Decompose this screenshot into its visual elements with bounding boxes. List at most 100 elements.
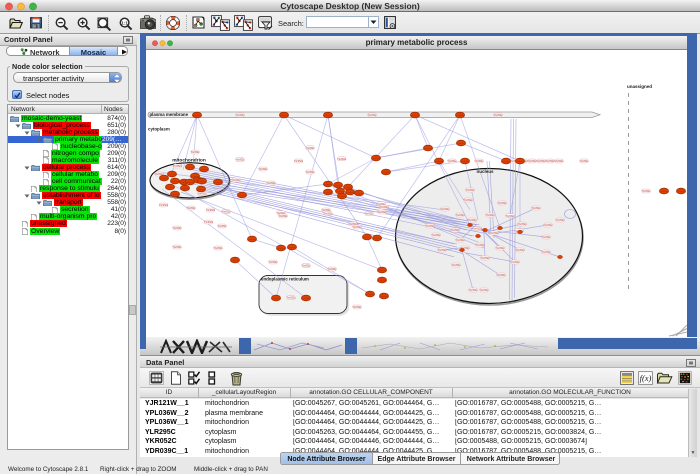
svg-text:cytoplasm: cytoplasm [148,127,170,132]
svg-text:YLR295: YLR295 [677,191,686,193]
svg-text:YLR295: YLR295 [193,115,202,117]
svg-text:YLR295: YLR295 [338,196,347,198]
svg-text:Ybr052c: Ybr052c [302,265,312,268]
svg-text:Ybr052c: Ybr052c [555,160,565,163]
svg-text:YLR295: YLR295 [277,248,286,250]
svg-text:Ybr052c: Ybr052c [294,160,304,163]
svg-text:YLR295: YLR295 [324,115,333,117]
svg-text:Ybr052c: Ybr052c [511,261,521,264]
svg-text:Ybr052c: Ybr052c [287,297,297,300]
svg-text:Ybr052c: Ybr052c [236,114,246,117]
svg-text:Ybr052c: Ybr052c [642,190,652,193]
svg-text:Ybr052c: Ybr052c [328,268,338,271]
svg-text:YLR295: YLR295 [186,167,195,169]
svg-text:YLR295: YLR295 [238,195,247,197]
svg-text:YLR295: YLR295 [168,174,177,176]
svg-text:Ybr052c: Ybr052c [269,261,279,264]
svg-text:Ybr052c: Ybr052c [464,199,474,202]
svg-text:YLR295: YLR295 [502,161,511,163]
svg-text:YLR295: YLR295 [324,184,333,186]
svg-text:YLR295: YLR295 [516,161,525,163]
svg-text:Ybr052c: Ybr052c [204,221,214,224]
svg-text:Ybr052c: Ybr052c [353,306,363,309]
svg-text:YLR295: YLR295 [372,158,381,160]
svg-text:Ybr052c: Ybr052c [532,207,542,210]
svg-text:Ybr052c: Ybr052c [438,249,448,252]
svg-text:YLR295: YLR295 [382,172,391,174]
svg-text:YLR295: YLR295 [363,237,372,239]
svg-text:YLR295: YLR295 [198,181,207,183]
svg-text:Ybr052c: Ybr052c [432,234,442,237]
svg-text:YLR295: YLR295 [378,280,387,282]
svg-text:Ybr052c: Ybr052c [486,214,496,217]
svg-text:Ybr052c: Ybr052c [475,160,485,163]
svg-text:unassigned: unassigned [627,84,652,89]
svg-text:YLR295: YLR295 [197,189,206,191]
svg-text:Ybr052c: Ybr052c [198,193,208,196]
svg-text:Ybr052c: Ybr052c [496,247,506,250]
svg-text:YLR295: YLR295 [302,298,311,300]
svg-text:YLR295: YLR295 [366,294,375,296]
svg-text:YLR295: YLR295 [660,191,669,193]
svg-text:1:1: 1:1 [121,20,128,25]
svg-text:Ybr052c: Ybr052c [473,228,483,231]
svg-text:YLR295: YLR295 [346,192,355,194]
svg-text:Ybr052c: Ybr052c [378,211,388,214]
svg-text:Ybr052c: Ybr052c [452,264,462,267]
svg-text:YLR295: YLR295 [457,143,466,145]
svg-text:YLR295: YLR295 [160,178,169,180]
svg-text:Ybr052c: Ybr052c [214,247,224,250]
svg-text:YLR295: YLR295 [461,161,470,163]
svg-text:YLR295: YLR295 [248,239,257,241]
svg-text:YLR295: YLR295 [435,161,444,163]
svg-text:YLR295: YLR295 [200,169,209,171]
svg-text:endoplasmic reticulum: endoplasmic reticulum [261,277,309,282]
svg-text:Ybr052c: Ybr052c [469,289,479,292]
svg-text:Ybr052c: Ybr052c [556,219,566,222]
svg-text:Ybr052c: Ybr052c [187,207,197,210]
svg-text:Ybr052c: Ybr052c [544,224,554,227]
svg-text:Ybr052c: Ybr052c [498,202,508,205]
svg-text:Ybr052c: Ybr052c [580,160,590,163]
svg-text:Ybr052c: Ybr052c [365,213,375,216]
svg-text:Ybr052c: Ybr052c [480,289,490,292]
svg-text:YLR295: YLR295 [272,298,281,300]
svg-text:YLR295: YLR295 [355,193,364,195]
svg-text:Ybr052c: Ybr052c [206,209,216,212]
svg-text:f(x): f(x) [640,373,652,383]
svg-text:Ybr052c: Ybr052c [506,215,516,218]
svg-text:YLR295: YLR295 [411,115,420,117]
svg-text:YLR295: YLR295 [324,192,333,194]
svg-text:YLR295: YLR295 [280,115,289,117]
svg-text:Ybr052c: Ybr052c [490,232,500,235]
svg-text:YLR295: YLR295 [171,194,180,196]
svg-text:Ybr052c: Ybr052c [232,179,242,182]
svg-text:Ybr052c: Ybr052c [468,219,478,222]
svg-text:YLR295: YLR295 [214,182,223,184]
svg-text:mitochondrion: mitochondrion [172,158,206,164]
svg-text:Ybr052c: Ybr052c [353,226,363,229]
svg-text:Ybr052c: Ybr052c [259,168,269,171]
svg-text:Ybr052c: Ybr052c [542,251,552,254]
svg-text:YLR295: YLR295 [380,296,389,298]
svg-text:Ybr052c: Ybr052c [191,151,201,154]
svg-text:YLR295: YLR295 [424,148,433,150]
svg-text:YLR295: YLR295 [166,187,175,189]
svg-text:Ybr052c: Ybr052c [173,246,183,249]
svg-text:YLR295: YLR295 [373,238,382,240]
svg-text:Ybr052c: Ybr052c [497,274,507,277]
svg-text:Ybr052c: Ybr052c [542,236,552,239]
svg-text:Ybr052c: Ybr052c [516,249,526,252]
svg-text:YLR295: YLR295 [231,260,240,262]
svg-text:YLR295: YLR295 [344,187,353,189]
svg-text:Ybr052c: Ybr052c [494,114,504,117]
svg-text:Ybr052c: Ybr052c [466,189,476,192]
svg-text:YLR295: YLR295 [336,191,345,193]
svg-text:YLR295: YLR295 [181,188,190,190]
svg-text:Ybr052c: Ybr052c [279,215,289,218]
svg-text:YLR295: YLR295 [171,181,180,183]
svg-text:Ybr052c: Ybr052c [456,214,466,217]
svg-text:Ybr052c: Ybr052c [267,182,277,185]
svg-text:plasma membrane: plasma membrane [150,112,189,117]
svg-text:Ybr052c: Ybr052c [173,227,183,230]
